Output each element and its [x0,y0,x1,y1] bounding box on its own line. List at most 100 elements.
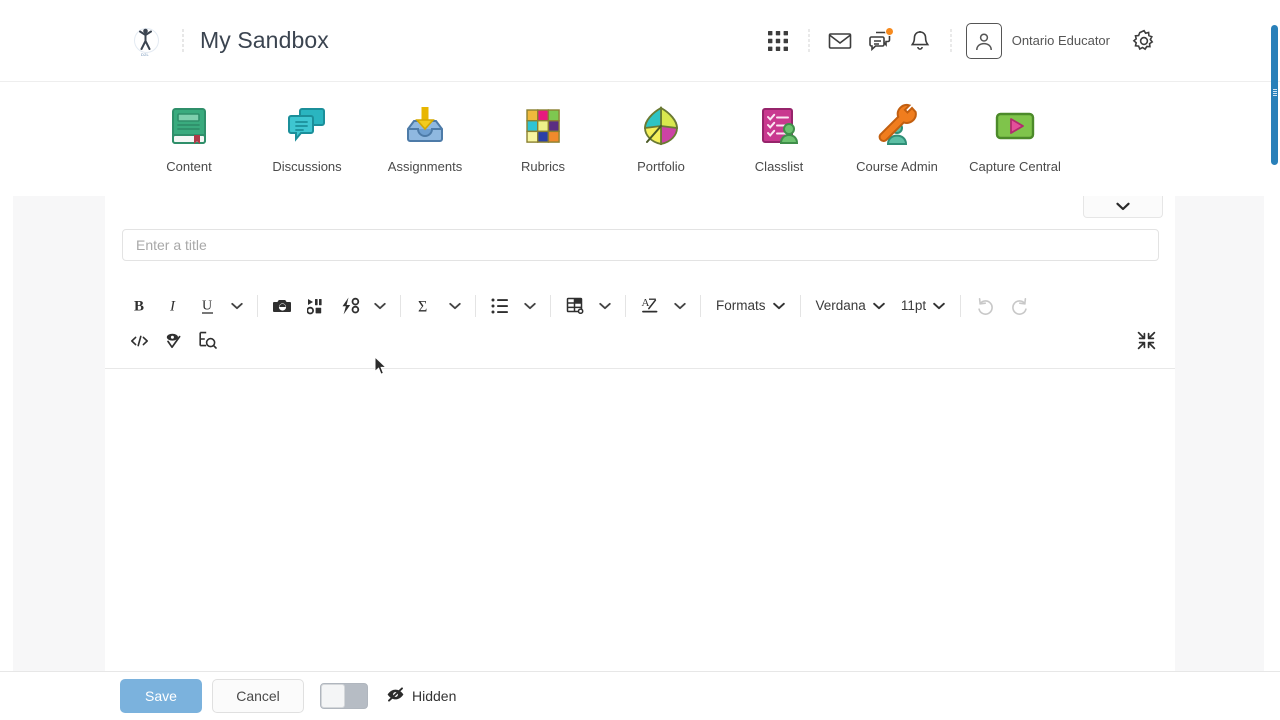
nav-item-rubrics[interactable]: Rubrics [484,82,602,174]
visibility-toggle[interactable] [320,683,368,709]
messages-icon[interactable] [860,21,900,61]
page-scrollbar-track[interactable] [1269,0,1280,720]
page-title: My Sandbox [200,27,329,53]
editor-content-area[interactable] [122,369,1159,649]
brightspace-logo[interactable]: D2L [130,26,160,57]
formats-label: Formats [716,298,766,313]
insert-media-icon[interactable] [299,289,333,323]
editor-content-card: B I U [105,196,1175,672]
font-size-dropdown[interactable]: 11pt [893,291,953,321]
equation-more-caret-icon[interactable] [442,289,468,323]
nav-label: Assignments [387,159,463,174]
italic-button[interactable]: I [156,289,190,323]
mouse-cursor [374,355,388,381]
visibility-label: Hidden [412,688,457,704]
chevron-down-icon [933,302,945,309]
title-input[interactable] [122,229,1159,261]
code-brackets-icon[interactable] [122,324,156,358]
insert-quicklink-icon[interactable] [333,289,367,323]
bold-button[interactable]: B [122,289,156,323]
table-more-caret-icon[interactable] [592,289,618,323]
svg-text:A: A [641,297,649,309]
chevron-down-icon[interactable] [1083,196,1163,218]
text-style-more-caret-icon[interactable] [224,289,250,323]
logo-figure-icon [137,28,154,53]
underline-button[interactable]: U [190,289,224,323]
nav-item-capture-central[interactable]: Capture Central [956,82,1074,174]
header-divider-dots [182,27,184,54]
scrollbar-grip-icon [1272,89,1277,97]
formats-dropdown[interactable]: Formats [708,291,793,321]
footer-action-bar: Save Cancel Hidden [0,672,1280,720]
assignments-inbox-icon [400,100,450,152]
svg-text:U: U [202,298,212,313]
collapse-inward-icon[interactable] [1129,324,1163,358]
toolbar-separator [475,294,476,317]
text-color-icon[interactable]: A [633,289,667,323]
email-icon[interactable] [820,21,860,61]
toolbar-separator [400,294,401,317]
toolbar-separator [257,294,258,317]
nav-label: Course Admin [856,159,938,174]
editor-toolbar-row-2 [105,322,1175,359]
rubrics-grid-icon [518,100,568,152]
list-icon[interactable] [483,289,517,323]
nav-label: Portfolio [637,159,685,174]
nav-item-discussions[interactable]: Discussions [248,82,366,174]
course-admin-wrench-icon [872,100,922,152]
nav-label: Discussions [272,159,342,174]
capture-central-play-icon [990,100,1040,152]
toolbar-separator [799,294,801,317]
undo-icon[interactable] [968,289,1002,323]
table-icon[interactable] [558,289,592,323]
nav-item-course-admin[interactable]: Course Admin [838,82,956,174]
nav-label: Rubrics [520,159,566,174]
equation-button[interactable]: Σ [408,289,442,323]
app-grid-icon[interactable] [758,21,798,61]
list-more-caret-icon[interactable] [517,289,543,323]
bell-icon[interactable] [900,21,940,61]
accessibility-check-icon[interactable] [190,324,224,358]
spellcheck-icon[interactable] [156,324,190,358]
nav-item-assignments[interactable]: Assignments [366,82,484,174]
classlist-checklist-icon [754,100,804,152]
redo-icon[interactable] [1002,289,1036,323]
toolbar-separator [625,294,626,317]
toolbar-separator [960,294,962,317]
nav-item-classlist[interactable]: Classlist [720,82,838,174]
page-left-gutter [0,196,13,672]
insert-image-icon[interactable] [265,289,299,323]
top-header: D2L My Sandbox Ontario Educator [0,0,1280,82]
svg-text:Σ: Σ [418,298,427,315]
course-nav-bar: Content Discussions Assignments Rubrics … [0,82,1280,196]
cancel-button[interactable]: Cancel [212,679,304,713]
text-color-caret-icon[interactable] [667,289,693,323]
chevron-down-icon [772,302,785,309]
save-button[interactable]: Save [120,679,202,713]
page-scrollbar-thumb[interactable] [1271,25,1278,165]
user-name-label: Ontario Educator [1011,33,1110,48]
header-separator-dots [807,27,810,54]
nav-label: Capture Central [969,159,1061,174]
svg-text:I: I [169,299,176,315]
nav-label: Classlist [754,159,804,174]
eye-hidden-icon [386,687,405,705]
portfolio-leaf-icon [636,100,686,152]
nav-item-portfolio[interactable]: Portfolio [602,82,720,174]
font-family-dropdown[interactable]: Verdana [808,291,893,321]
header-right-group: Ontario Educator [758,21,1280,61]
header-left-group: D2L My Sandbox [0,26,329,57]
user-chip[interactable]: Ontario Educator [965,22,1110,59]
insert-more-caret-icon[interactable] [367,289,393,323]
font-size-value: 11pt [900,298,927,313]
gear-icon[interactable] [1124,21,1164,61]
content-book-icon [164,100,214,152]
font-family-value: Verdana [815,298,866,313]
discussions-chat-icon [282,100,332,152]
nav-item-content[interactable]: Content [130,82,248,174]
toolbar-separator [700,294,701,317]
visibility-status: Hidden [386,687,456,705]
editor-toolbar-row-1: B I U Σ A Formats Verdana 11pt [105,287,1175,324]
header-separator-dots-2 [949,27,952,54]
toggle-knob [321,684,345,708]
